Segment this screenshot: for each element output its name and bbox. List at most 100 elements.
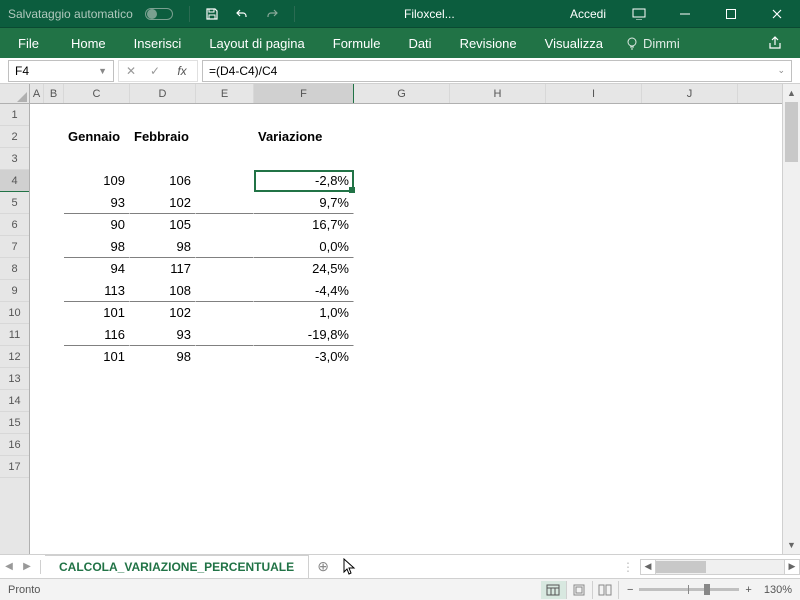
view-page-break-icon[interactable] [593, 581, 619, 599]
scroll-left-icon[interactable]: ◀ [640, 559, 656, 575]
cell[interactable] [196, 236, 254, 258]
cell[interactable] [64, 368, 130, 390]
cell[interactable] [196, 280, 254, 302]
cell[interactable] [450, 456, 546, 478]
col-header[interactable]: B [44, 84, 64, 103]
cell[interactable] [30, 170, 44, 192]
cell[interactable] [642, 258, 738, 280]
cell[interactable] [44, 104, 64, 126]
name-box[interactable]: F4 ▼ [8, 60, 114, 82]
cells[interactable]: GennaioFebbraioVariazione109106-2,8%9310… [30, 104, 782, 478]
cell[interactable] [354, 456, 450, 478]
tab-split-grip[interactable]: ⋮ [616, 560, 640, 574]
cell[interactable]: 108 [130, 280, 196, 302]
cell[interactable] [44, 148, 64, 170]
cell[interactable] [546, 434, 642, 456]
cell[interactable] [196, 258, 254, 280]
cell[interactable] [30, 412, 44, 434]
cell[interactable] [130, 456, 196, 478]
cancel-formula-icon[interactable]: ✕ [119, 60, 143, 82]
cell[interactable]: 98 [64, 236, 130, 258]
row-header[interactable]: 1 [0, 104, 29, 126]
cell[interactable] [642, 104, 738, 126]
undo-icon[interactable] [230, 2, 254, 26]
cell[interactable] [44, 170, 64, 192]
maximize-icon[interactable] [708, 0, 754, 28]
col-header[interactable]: H [450, 84, 546, 103]
vertical-scrollbar[interactable]: ▲ ▼ [782, 84, 800, 554]
cell[interactable] [354, 280, 450, 302]
cell[interactable] [44, 412, 64, 434]
col-header[interactable]: C [64, 84, 130, 103]
col-header[interactable]: I [546, 84, 642, 103]
cell[interactable]: 1,0% [254, 302, 354, 324]
cell[interactable]: 116 [64, 324, 130, 346]
tab-home[interactable]: Home [57, 28, 120, 58]
col-header[interactable]: E [196, 84, 254, 103]
ribbon-display-icon[interactable] [616, 0, 662, 28]
cell[interactable] [642, 192, 738, 214]
cell[interactable] [354, 170, 450, 192]
cell[interactable] [196, 324, 254, 346]
cell[interactable]: 93 [130, 324, 196, 346]
cell[interactable]: 9,7% [254, 192, 354, 214]
cell[interactable] [44, 280, 64, 302]
col-header[interactable]: A [30, 84, 44, 103]
cell[interactable] [44, 368, 64, 390]
row-header[interactable]: 11 [0, 324, 29, 346]
row-header[interactable]: 2 [0, 126, 29, 148]
cell[interactable] [64, 412, 130, 434]
cell[interactable]: 117 [130, 258, 196, 280]
view-normal-icon[interactable] [541, 581, 567, 599]
cell[interactable] [450, 214, 546, 236]
cell[interactable] [642, 368, 738, 390]
row-header[interactable]: 17 [0, 456, 29, 478]
cell[interactable] [354, 346, 450, 368]
sheet-nav-next-icon[interactable]: ▶ [18, 555, 36, 579]
cell[interactable] [450, 126, 546, 148]
scroll-thumb[interactable] [785, 102, 798, 162]
cell[interactable] [196, 126, 254, 148]
cell[interactable] [450, 434, 546, 456]
cell[interactable]: -19,8% [254, 324, 354, 346]
cell[interactable]: 93 [64, 192, 130, 214]
cell[interactable] [642, 148, 738, 170]
cell[interactable] [546, 214, 642, 236]
fx-icon[interactable]: fx [167, 64, 197, 78]
tell-me[interactable]: Dimmi [625, 36, 680, 51]
cell[interactable] [450, 346, 546, 368]
cell[interactable] [546, 390, 642, 412]
cell[interactable]: 101 [64, 346, 130, 368]
cell[interactable] [450, 104, 546, 126]
cell[interactable] [354, 368, 450, 390]
cell[interactable] [450, 280, 546, 302]
cell[interactable] [254, 390, 354, 412]
cell[interactable] [64, 390, 130, 412]
select-all-corner[interactable] [0, 84, 29, 104]
cell[interactable]: 94 [64, 258, 130, 280]
cell[interactable] [354, 434, 450, 456]
cell[interactable]: 105 [130, 214, 196, 236]
row-header[interactable]: 9 [0, 280, 29, 302]
tab-file[interactable]: File [4, 28, 53, 58]
cell[interactable] [130, 368, 196, 390]
cell[interactable]: 98 [130, 236, 196, 258]
tab-data[interactable]: Dati [394, 28, 445, 58]
cell[interactable]: Gennaio [64, 126, 130, 148]
autosave-toggle[interactable] [145, 8, 173, 20]
chevron-down-icon[interactable]: ▼ [98, 66, 107, 76]
cell[interactable] [254, 412, 354, 434]
col-header[interactable]: F [254, 84, 354, 103]
cell[interactable]: 0,0% [254, 236, 354, 258]
row-header[interactable]: 12 [0, 346, 29, 368]
cell[interactable] [642, 412, 738, 434]
cell[interactable] [30, 346, 44, 368]
cell[interactable] [30, 192, 44, 214]
cell[interactable] [354, 258, 450, 280]
save-icon[interactable] [200, 2, 224, 26]
cell[interactable]: 98 [130, 346, 196, 368]
cell[interactable] [546, 236, 642, 258]
cell[interactable] [30, 126, 44, 148]
cell[interactable] [130, 148, 196, 170]
horizontal-scrollbar[interactable]: ◀ ▶ [640, 559, 800, 575]
